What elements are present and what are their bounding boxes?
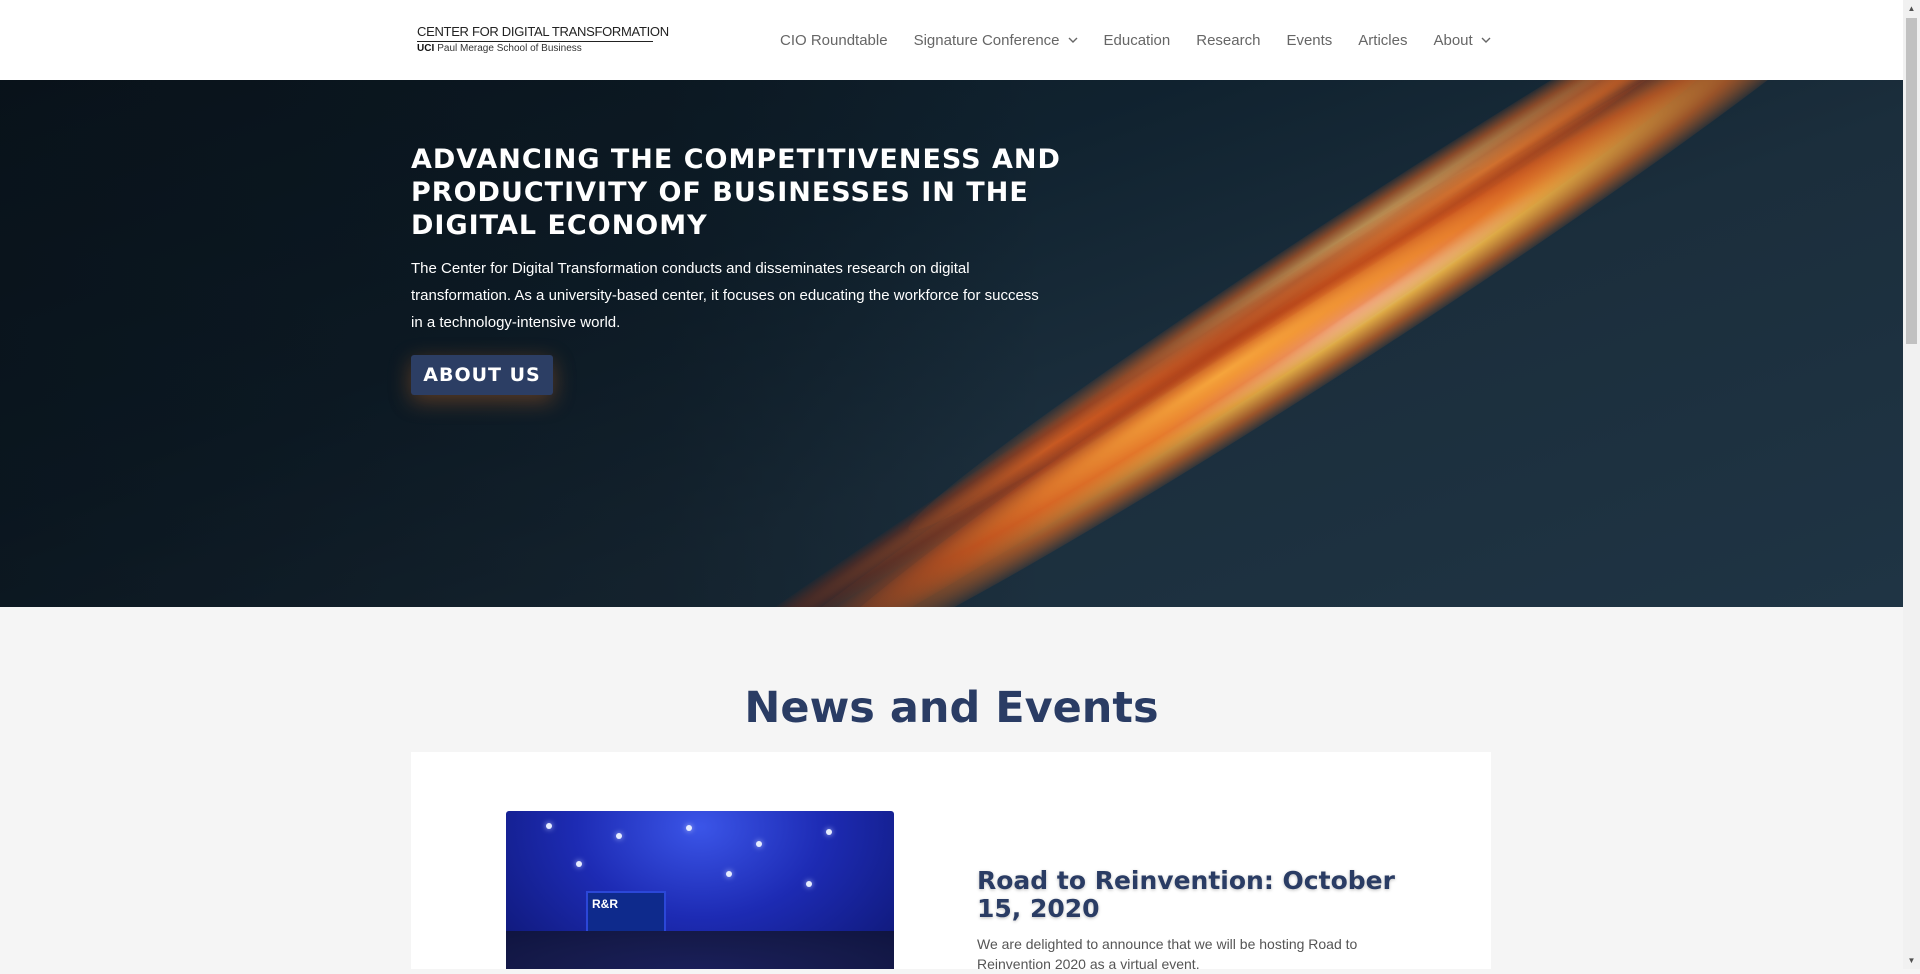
nav-item-label: Education xyxy=(1103,31,1171,49)
ceiling-light xyxy=(826,829,832,835)
event-audience xyxy=(506,931,894,969)
news-events-heading: News and Events xyxy=(744,683,1159,733)
nav-item-label: Articles xyxy=(1358,31,1408,49)
ceiling-light xyxy=(806,881,812,887)
ceiling-light xyxy=(756,841,762,847)
site-logo[interactable]: CENTER FOR DIGITAL TRANSFORMATION UCI Pau… xyxy=(417,24,669,56)
nav-item-education[interactable]: Education xyxy=(1104,0,1171,80)
arrow-up-icon[interactable]: ▲ xyxy=(1903,0,1920,17)
about-us-button[interactable]: ABOUT US xyxy=(411,355,553,395)
hero-description: The Center for Digital Transformation co… xyxy=(411,260,1039,331)
hero-banner: ADVANCING THE COMPETITIVENESS AND PRODUC… xyxy=(0,80,1903,607)
nav-item-label: Signature Conference xyxy=(913,31,1060,49)
nav-item-label: About xyxy=(1433,31,1473,49)
arrow-down-icon[interactable]: ▼ xyxy=(1903,952,1920,969)
nav-item-research[interactable]: Research xyxy=(1196,0,1260,80)
ceiling-light xyxy=(576,861,582,867)
logo-divider xyxy=(417,41,653,42)
nav-item-about[interactable]: About xyxy=(1433,0,1491,80)
logo-subtitle: UCI Paul Merage School of Business xyxy=(417,43,582,54)
nav-item-signature-conference[interactable]: Signature Conference xyxy=(914,0,1078,80)
main-nav: CIO Roundtable Signature Conference Educ… xyxy=(780,0,1491,80)
hero-title: ADVANCING THE COMPETITIVENESS AND PRODUC… xyxy=(411,144,1061,241)
site-header: CENTER FOR DIGITAL TRANSFORMATION UCI Pau… xyxy=(0,0,1903,80)
event-summary: We are delighted to announce that we wil… xyxy=(977,936,1358,972)
nav-item-cio-roundtable[interactable]: CIO Roundtable xyxy=(780,0,888,80)
nav-item-events[interactable]: Events xyxy=(1286,0,1332,80)
event-title[interactable]: Road to Reinvention: October 15, 2020 xyxy=(977,867,1407,923)
nav-item-label: Research xyxy=(1196,31,1261,49)
logo-school: Paul Merage School of Business xyxy=(437,43,582,54)
nav-item-label: Events xyxy=(1286,31,1333,49)
nav-item-articles[interactable]: Articles xyxy=(1358,0,1407,80)
chevron-down-icon xyxy=(1481,37,1491,43)
scrollbar-thumb[interactable] xyxy=(1906,18,1917,344)
logo-title: CENTER FOR DIGITAL TRANSFORMATION xyxy=(417,24,669,39)
event-image[interactable]: R&R xyxy=(506,811,894,969)
nav-item-label: CIO Roundtable xyxy=(780,31,888,49)
page-scrollbar[interactable]: ▲ ▼ xyxy=(1903,0,1920,969)
news-card: R&R Road to Reinvention: October 15, 202… xyxy=(411,752,1491,972)
ceiling-light xyxy=(686,825,692,831)
ceiling-light xyxy=(616,833,622,839)
ceiling-light xyxy=(726,871,732,877)
logo-uci: UCI xyxy=(417,43,435,54)
chevron-down-icon xyxy=(1068,37,1078,43)
ceiling-light xyxy=(546,823,552,829)
